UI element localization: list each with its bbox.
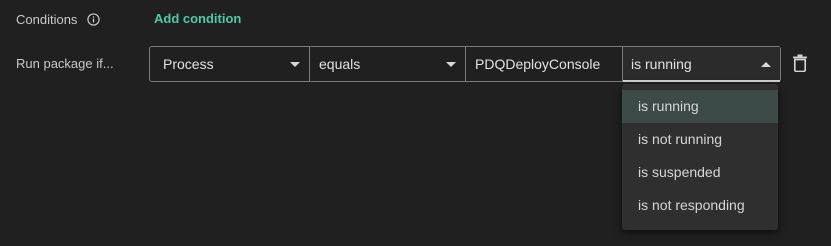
state-value: is running — [631, 56, 692, 72]
operator-value: equals — [319, 56, 361, 72]
operator-select[interactable]: equals — [310, 47, 466, 81]
condition-type-select[interactable]: Process — [150, 47, 310, 81]
conditions-label: Conditions — [16, 12, 78, 27]
process-name-value: PDQDeployConsole — [475, 56, 601, 72]
process-name-input[interactable]: PDQDeployConsole — [466, 47, 623, 81]
chevron-down-icon — [446, 62, 456, 67]
menu-item-is-not-responding[interactable]: is not responding — [622, 189, 778, 222]
state-dropdown-menu: is running is not running is suspended i… — [622, 84, 778, 230]
add-condition-link[interactable]: Add condition — [154, 11, 241, 26]
menu-item-is-running[interactable]: is running — [622, 90, 778, 123]
menu-item-is-suspended[interactable]: is suspended — [622, 156, 778, 189]
state-select[interactable]: is running — [623, 47, 780, 82]
info-icon[interactable] — [87, 13, 100, 26]
menu-item-is-not-running[interactable]: is not running — [622, 123, 778, 156]
chevron-down-icon — [290, 62, 300, 67]
run-package-if-label: Run package if... — [16, 56, 114, 71]
chevron-up-icon — [761, 62, 771, 67]
trash-icon[interactable] — [792, 54, 808, 72]
condition-type-value: Process — [163, 56, 214, 72]
conditions-panel: Conditions Add condition Run package if.… — [0, 0, 831, 246]
condition-row: Process equals PDQDeployConsole is runni… — [149, 46, 781, 82]
